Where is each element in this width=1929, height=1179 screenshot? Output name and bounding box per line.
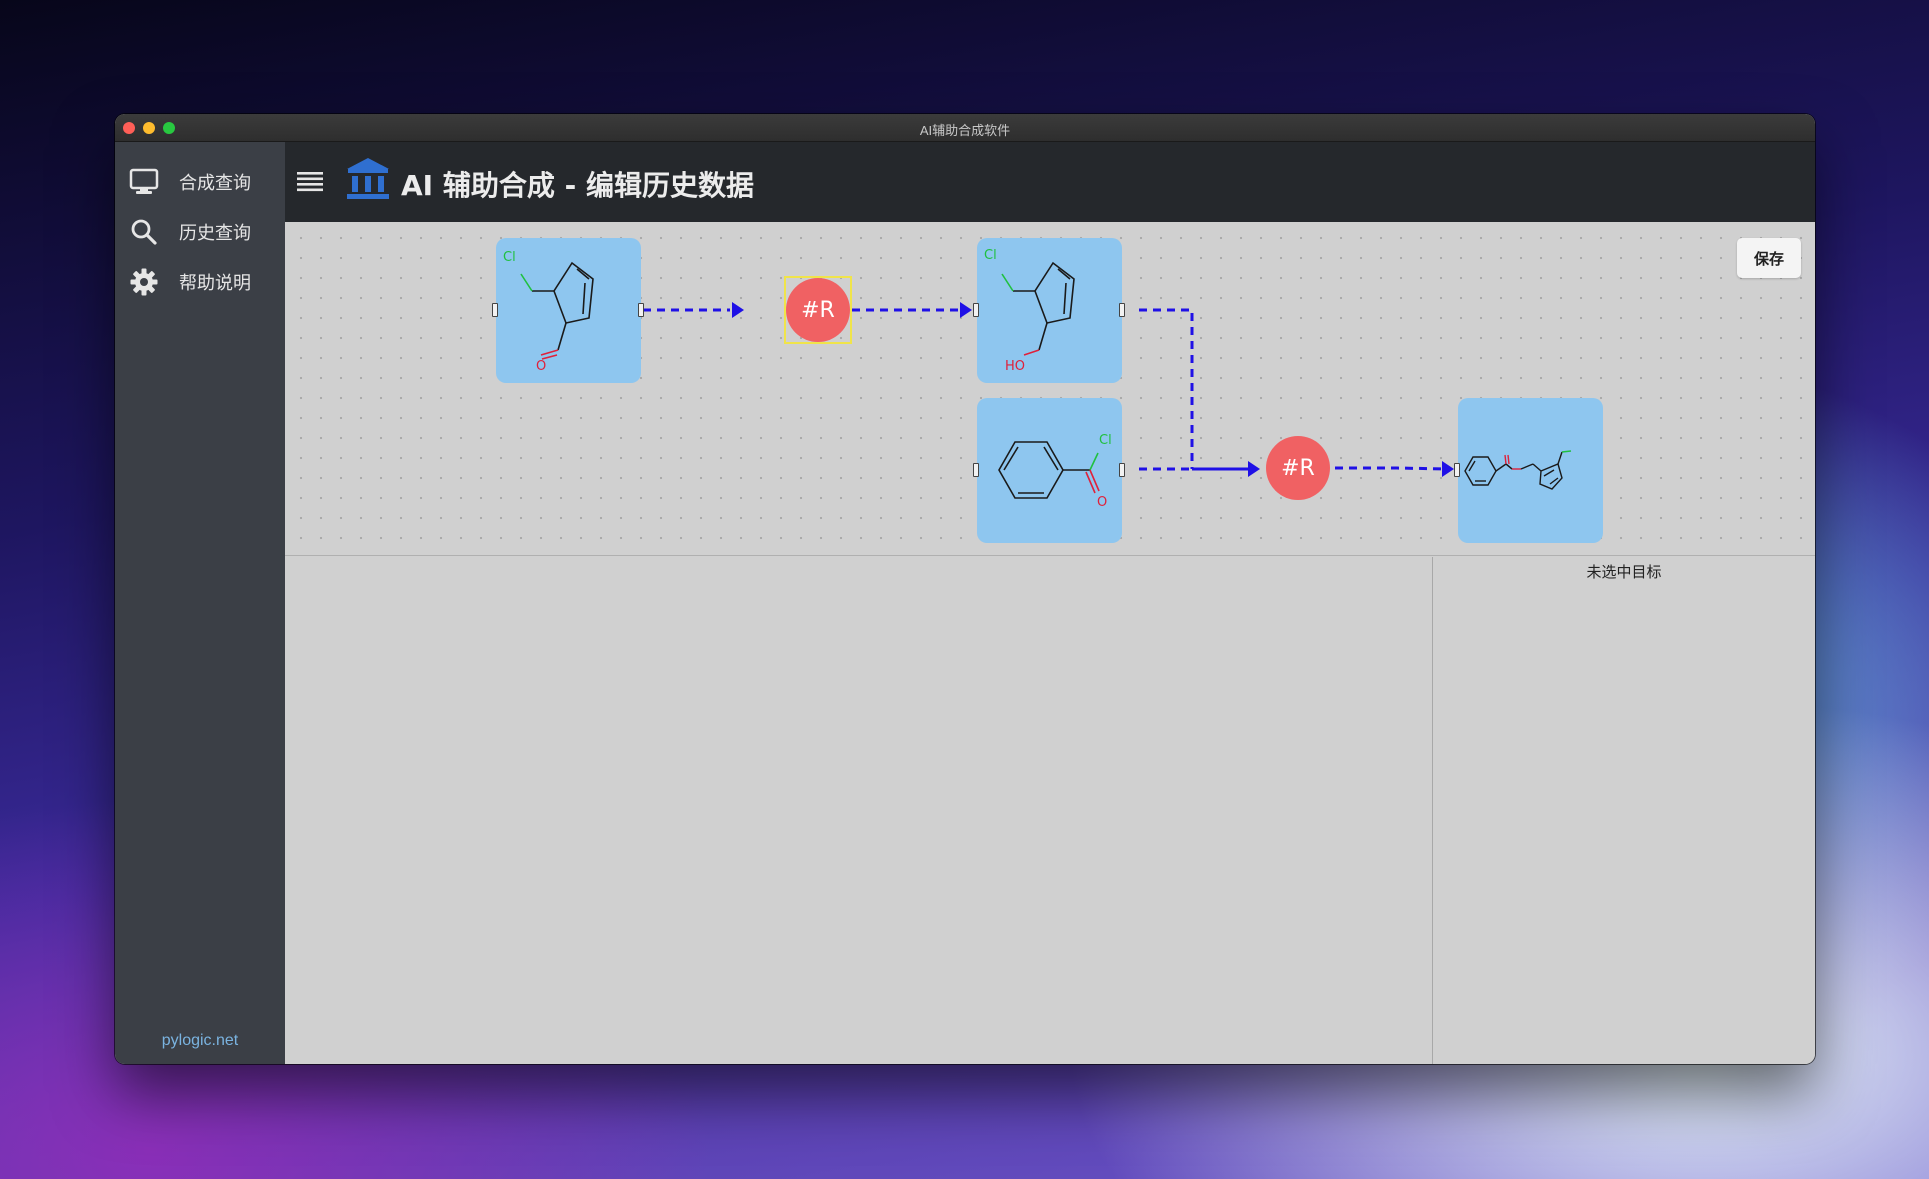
node-port-right[interactable] xyxy=(638,303,644,317)
sidebar-item-history-query[interactable]: 历史查询 xyxy=(129,214,279,250)
app-window: AI辅助合成软件 合成查询 历史查询 帮助说明 pylogic.net AI 辅… xyxy=(115,114,1815,1064)
node-port-left[interactable] xyxy=(1454,463,1460,477)
atom-label: O xyxy=(536,359,546,374)
hamburger-menu-icon[interactable] xyxy=(295,166,325,196)
arrow-head xyxy=(1442,461,1454,477)
atom-label: Cl xyxy=(503,250,516,265)
search-icon xyxy=(129,217,159,247)
arrow-head xyxy=(960,302,972,318)
header: AI 辅助合成 - 编辑历史数据 xyxy=(285,142,1815,222)
monitor-icon xyxy=(129,167,159,197)
link-r2-to-product xyxy=(1335,466,1451,471)
node-port-left[interactable] xyxy=(492,303,498,317)
page-title: AI 辅助合成 - 编辑历史数据 xyxy=(401,169,754,202)
atom-label: Cl xyxy=(984,248,997,263)
link-mol2-to-r2 xyxy=(1139,308,1194,469)
detail-panel: 未选中目标 xyxy=(1432,557,1815,1064)
reaction-flow-canvas[interactable]: Cl O #R Cl HO Cl O #R 保存 xyxy=(285,222,1815,556)
node-port-left[interactable] xyxy=(973,303,979,317)
bank-building-icon xyxy=(345,156,391,202)
node-port-right[interactable] xyxy=(1119,463,1125,477)
gear-icon xyxy=(129,267,159,297)
node-port-left[interactable] xyxy=(973,463,979,477)
atom-label: O xyxy=(1097,495,1107,510)
sidebar-item-label: 合成查询 xyxy=(179,173,251,194)
node-port-right[interactable] xyxy=(1119,303,1125,317)
atom-label: Cl xyxy=(1099,433,1112,448)
molecule-node-benzoyl-chloride[interactable]: Cl O xyxy=(977,398,1122,543)
footer-link[interactable]: pylogic.net xyxy=(115,1032,285,1050)
molecule-node-chloromethyl-cyclopentadiene-aldehyde[interactable]: Cl O xyxy=(496,238,641,383)
window-title: AI辅助合成软件 xyxy=(919,123,1011,138)
reaction-node[interactable]: #R xyxy=(1266,436,1330,500)
title-bar: AI辅助合成软件 xyxy=(115,114,1815,142)
atom-label: HO xyxy=(1005,359,1025,374)
selection-status-text: 未选中目标 xyxy=(1586,563,1662,581)
sidebar-item-synthesis-query[interactable]: 合成查询 xyxy=(129,164,279,200)
reaction-node[interactable]: #R xyxy=(786,278,850,342)
save-button[interactable]: 保存 xyxy=(1737,238,1801,278)
sidebar-item-label: 历史查询 xyxy=(179,223,251,244)
sidebar-item-label: 帮助说明 xyxy=(179,273,251,294)
arrow-head xyxy=(1248,461,1260,477)
molecule-node-ester-product[interactable] xyxy=(1458,398,1603,543)
molecule-node-chloromethyl-cyclopentadiene-methanol[interactable]: Cl HO xyxy=(977,238,1122,383)
sidebar: 合成查询 历史查询 帮助说明 pylogic.net xyxy=(115,142,285,1064)
properties-panel xyxy=(285,557,1432,1064)
sidebar-item-help[interactable]: 帮助说明 xyxy=(129,264,279,300)
arrow-head xyxy=(732,302,744,318)
